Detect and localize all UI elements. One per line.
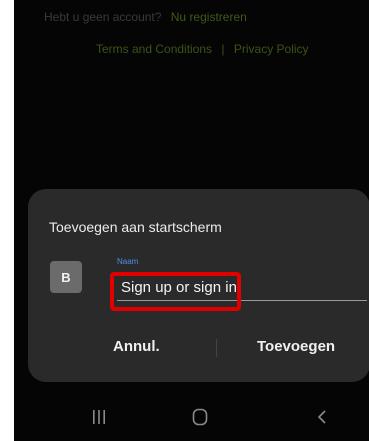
signup-link[interactable]: Nu registreren <box>171 10 247 24</box>
legal-links-row: Terms and Conditions | Privacy Policy <box>96 42 309 56</box>
home-button[interactable] <box>189 406 211 428</box>
back-button[interactable] <box>311 406 333 428</box>
terms-link[interactable]: Terms and Conditions <box>96 42 212 56</box>
name-field-label: Naam <box>117 257 139 266</box>
signup-row: Hebt u geen account? Nu registreren <box>44 10 247 24</box>
recent-apps-button[interactable] <box>88 406 110 428</box>
page-frame: Hebt u geen account? Nu registreren Term… <box>0 0 369 441</box>
system-navigation-bar <box>14 392 369 441</box>
cancel-button[interactable]: Annul. <box>105 334 168 359</box>
home-icon <box>192 408 208 426</box>
privacy-link[interactable]: Privacy Policy <box>234 42 309 56</box>
app-icon-letter: B <box>61 269 71 285</box>
legal-separator: | <box>221 42 225 56</box>
signup-prompt: Hebt u geen account? <box>44 10 162 24</box>
name-input[interactable] <box>117 277 367 301</box>
button-divider <box>216 339 217 357</box>
phone-screen: Hebt u geen account? Nu registreren Term… <box>14 0 369 441</box>
recent-apps-icon <box>93 410 105 424</box>
dialog-title: Toevoegen aan startscherm <box>49 219 222 235</box>
add-button[interactable]: Toevoegen <box>249 334 343 359</box>
add-to-home-dialog: Toevoegen aan startscherm B Naam Annul. … <box>28 189 369 382</box>
app-icon: B <box>50 261 82 293</box>
back-icon <box>317 410 326 424</box>
